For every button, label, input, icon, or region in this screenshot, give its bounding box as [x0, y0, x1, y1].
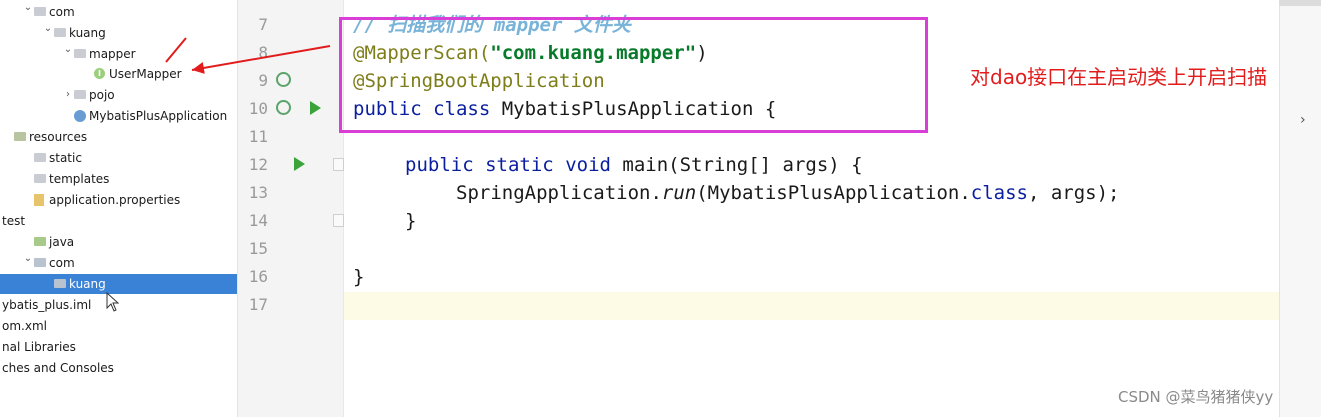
properties-file-icon: [34, 194, 44, 206]
tree-item[interactable]: static: [0, 148, 237, 168]
tree-item[interactable]: resources: [0, 127, 237, 147]
tree-item[interactable]: om.xml: [0, 316, 237, 336]
line-number: 10: [248, 99, 268, 118]
tree-item-label: UserMapper: [109, 67, 182, 81]
tree-item-label: ches and Consoles: [2, 361, 114, 375]
tree-item[interactable]: test: [0, 211, 237, 231]
current-line-highlight: [344, 292, 1279, 320]
code-text: , args);: [1027, 182, 1120, 204]
tree-item[interactable]: ⌄ com: [0, 2, 237, 22]
folder-icon: [34, 7, 46, 16]
tree-item-label: MybatisPlusApplication: [89, 109, 228, 123]
run-class-icon[interactable]: [310, 101, 321, 115]
tree-item[interactable]: application.properties: [0, 190, 237, 210]
project-tree[interactable]: ⌄ com ⌄ kuang ⌄ mapper I UserMapper › pojo Mybatis…: [0, 0, 238, 417]
code-line-13[interactable]: SpringApplication.run(MybatisPlusApplica…: [456, 179, 1120, 207]
resources-folder-icon: [14, 132, 26, 141]
tree-item[interactable]: › pojo: [0, 85, 237, 105]
line-number: 11: [248, 127, 268, 146]
line-number: 8: [258, 43, 268, 62]
chevron-down-icon[interactable]: ⌄: [42, 19, 54, 39]
tree-item-label: kuang: [69, 277, 106, 291]
tree-item-label: nal Libraries: [2, 340, 76, 354]
chevron-down-icon[interactable]: ⌄: [22, 249, 34, 269]
package-icon: [54, 279, 66, 288]
top-scrollbar-thumb[interactable]: [1279, 0, 1321, 6]
annotation-note: 对dao接口在主启动类上开启扫描: [970, 65, 1268, 89]
tree-item[interactable]: ⌄ com: [0, 253, 237, 273]
tree-item[interactable]: kuang: [0, 274, 237, 294]
line-number: 15: [248, 239, 268, 258]
keyword: static: [485, 154, 554, 176]
line-number: 9: [258, 71, 268, 90]
keyword: void: [565, 154, 611, 176]
tree-item-label: pojo: [89, 88, 115, 102]
closing-brace: }: [353, 266, 365, 288]
tree-item-label: templates: [49, 172, 110, 186]
keyword: public: [405, 154, 474, 176]
tree-item-label: static: [49, 151, 82, 165]
fold-marker-icon[interactable]: [333, 158, 344, 171]
chevron-right-icon[interactable]: ›: [1300, 112, 1306, 128]
tree-item-label: mapper: [89, 47, 136, 61]
tree-item[interactable]: ⌄ mapper: [0, 44, 237, 64]
tree-item[interactable]: ⌄ kuang: [0, 23, 237, 43]
fold-marker-icon[interactable]: [333, 214, 344, 227]
tree-item[interactable]: templates: [0, 169, 237, 189]
chevron-down-icon[interactable]: ⌄: [22, 0, 34, 18]
tree-item-label: kuang: [69, 26, 106, 40]
tree-item[interactable]: I UserMapper: [0, 64, 237, 84]
code-text: SpringApplication.: [456, 182, 662, 204]
code-line-14[interactable]: }: [405, 207, 416, 235]
folder-icon: [74, 90, 86, 99]
line-number: 14: [248, 211, 268, 230]
watermark: CSDN @菜鸟猪猪侠yy: [1118, 388, 1274, 406]
chevron-down-icon[interactable]: ⌄: [62, 40, 74, 60]
folder-icon: [74, 49, 86, 58]
chevron-right-icon[interactable]: ›: [62, 85, 74, 105]
mouse-cursor-icon: [106, 292, 120, 312]
line-number: 16: [248, 267, 268, 286]
folder-icon: [34, 153, 46, 162]
spring-bean-icon[interactable]: [276, 100, 291, 115]
tree-item-label: application.properties: [49, 193, 181, 207]
code-line-12[interactable]: public static void main(String[] args) {: [405, 151, 863, 179]
line-number: 13: [248, 183, 268, 202]
keyword: class: [970, 182, 1028, 204]
closing-brace: }: [405, 210, 417, 232]
interface-icon: I: [94, 68, 105, 79]
tree-item[interactable]: MybatisPlusApplication: [0, 106, 237, 126]
tree-item-label: resources: [29, 130, 88, 144]
tree-item-label: test: [2, 214, 26, 228]
tree-item-label: ybatis_plus.iml: [2, 298, 92, 312]
run-main-icon[interactable]: [294, 157, 305, 171]
package-icon: [34, 258, 46, 267]
folder-icon: [54, 28, 66, 37]
code-text: (MybatisPlusApplication.: [696, 182, 971, 204]
tree-item[interactable]: java: [0, 232, 237, 252]
line-number: 7: [258, 15, 268, 34]
tree-item-label: com: [49, 256, 75, 270]
tree-item[interactable]: ches and Consoles: [0, 358, 237, 378]
folder-icon: [34, 174, 46, 183]
tree-item-label: java: [49, 235, 75, 249]
tree-item[interactable]: nal Libraries: [0, 337, 237, 357]
line-number: 12: [248, 155, 268, 174]
code-line-16[interactable]: }: [353, 263, 364, 291]
spring-bean-icon[interactable]: [276, 72, 291, 87]
spring-app-icon: [74, 110, 86, 122]
source-folder-icon: [34, 237, 46, 246]
line-number: 17: [248, 295, 268, 314]
highlight-box: [339, 17, 928, 133]
editor-gutter: 7 8 9 10 11 12 13 14 15 16 17: [238, 0, 344, 417]
method-signature: main(String[] args) {: [610, 154, 863, 176]
tree-item-label: om.xml: [2, 319, 47, 333]
method-call-run: run: [661, 182, 697, 204]
